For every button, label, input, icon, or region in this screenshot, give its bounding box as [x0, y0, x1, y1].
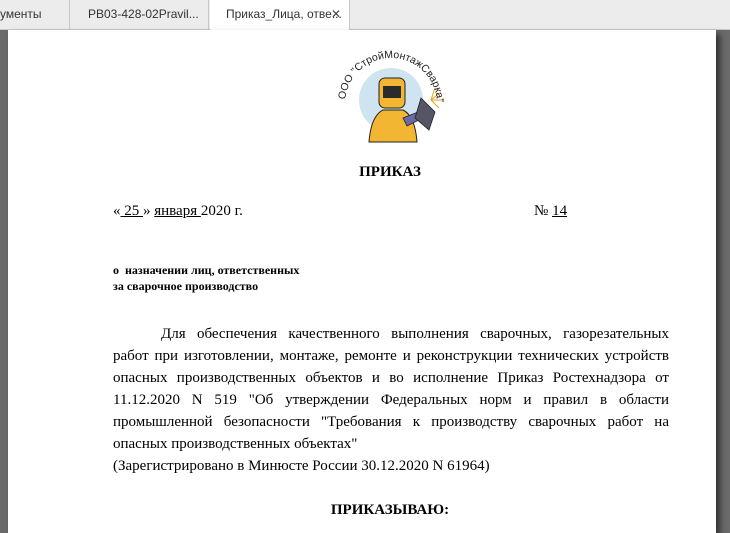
date-year: 2020 г.: [200, 203, 243, 219]
tab-label: РВ03-428-02Pravil...: [88, 7, 199, 21]
date-open-quote: «: [113, 203, 121, 219]
company-logo: ООО "СтройМонтажСварка": [336, 49, 446, 143]
order-body: Для обеспечения качественного выполнения…: [113, 323, 669, 477]
tab-bar: ументы РВ03-428-02Pravil... Приказ_Лица,…: [0, 0, 730, 30]
tab-prikaz-active[interactable]: Приказ_Лица, отве... ✕: [210, 0, 350, 30]
order-date: « 25 » января 2020 г.: [113, 203, 243, 220]
close-icon[interactable]: ✕: [331, 0, 341, 29]
body-registration: (Зарегистрировано в Минюсте России 30.12…: [113, 458, 490, 474]
tab-documents[interactable]: ументы: [0, 0, 70, 29]
number-prefix: №: [534, 203, 549, 219]
subject-line-2: за сварочное производство: [113, 279, 259, 293]
date-close-quote: »: [143, 203, 151, 219]
date-month: января: [154, 203, 201, 219]
order-directive: ПРИКАЗЫВАЮ:: [330, 502, 450, 518]
document-title: ПРИКАЗ: [359, 164, 421, 180]
tab-rv03-pravila[interactable]: РВ03-428-02Pravil...: [71, 0, 209, 29]
subject-line-1: о назначении лиц, ответственных: [113, 263, 300, 277]
number-value: 14: [552, 203, 568, 219]
order-number: № 14: [534, 203, 567, 220]
order-subject: о назначении лиц, ответственных за сваро…: [113, 262, 299, 294]
tab-label: Приказ_Лица, отве...: [226, 7, 342, 21]
tab-label: ументы: [0, 7, 42, 21]
body-paragraph: Для обеспечения качественного выполнения…: [113, 326, 669, 452]
date-day: 25: [120, 203, 143, 219]
